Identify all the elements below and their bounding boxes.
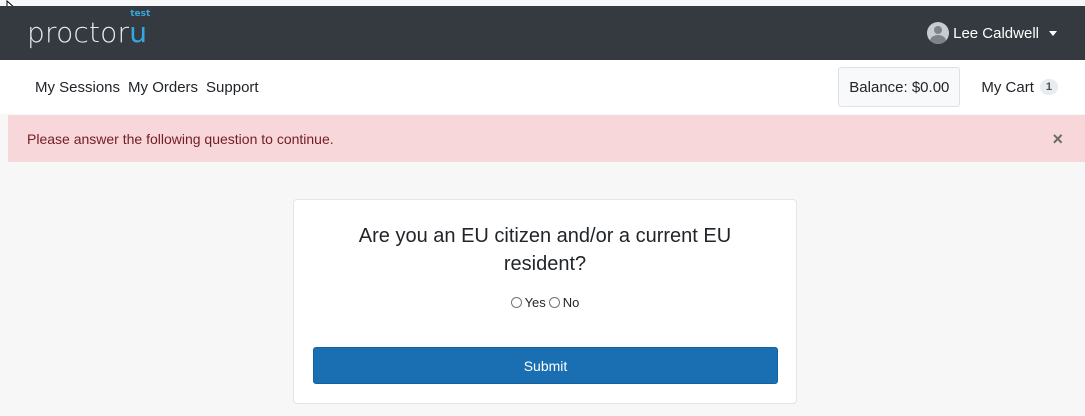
cart-count-badge: 1	[1039, 79, 1058, 95]
nav-link-my-orders[interactable]: My Orders	[128, 79, 198, 96]
close-icon[interactable]: ×	[1052, 130, 1063, 148]
radio-no[interactable]: No	[548, 295, 580, 310]
nav-right: Balance: $0.00 My Cart 1	[838, 67, 1058, 107]
nav-link-support[interactable]: Support	[206, 79, 259, 96]
cart-label: My Cart	[981, 78, 1034, 96]
nav-link-my-sessions[interactable]: My Sessions	[35, 79, 120, 96]
answer-radio-group: Yes No	[313, 295, 777, 310]
radio-yes[interactable]: Yes	[510, 295, 546, 310]
question-text: Are you an EU citizen and/or a current E…	[358, 225, 732, 275]
radio-no-label: No	[562, 295, 580, 310]
question-card: Are you an EU citizen and/or a current E…	[293, 199, 797, 404]
brand-logo[interactable]: proctor test u	[27, 10, 150, 49]
radio-yes-label: Yes	[524, 295, 546, 310]
nav-links: My Sessions My Orders Support	[35, 79, 267, 96]
user-menu-dropdown[interactable]: Lee Caldwell	[927, 22, 1057, 44]
balance-button[interactable]: Balance: $0.00	[838, 67, 961, 107]
radio-circle-icon[interactable]	[548, 297, 560, 308]
user-name: Lee Caldwell	[953, 24, 1039, 42]
alert-message: Please answer the following question to …	[27, 130, 334, 147]
brand-superscript: test	[130, 9, 151, 19]
user-avatar-icon	[927, 22, 950, 44]
my-cart-link[interactable]: My Cart 1	[981, 79, 1058, 96]
secondary-navbar: My Sessions My Orders Support Balance: $…	[0, 60, 1085, 114]
caret-down-icon	[1049, 30, 1057, 36]
radio-circle-icon[interactable]	[510, 297, 522, 308]
alert-banner: Please answer the following question to …	[8, 115, 1085, 162]
brand-accent: test u	[129, 10, 150, 49]
brand-accent-letter: u	[129, 16, 148, 49]
brand-text: proctor	[27, 16, 130, 49]
submit-button[interactable]: Submit	[313, 347, 778, 384]
top-navbar: proctor test u Lee Caldwell	[0, 6, 1085, 60]
